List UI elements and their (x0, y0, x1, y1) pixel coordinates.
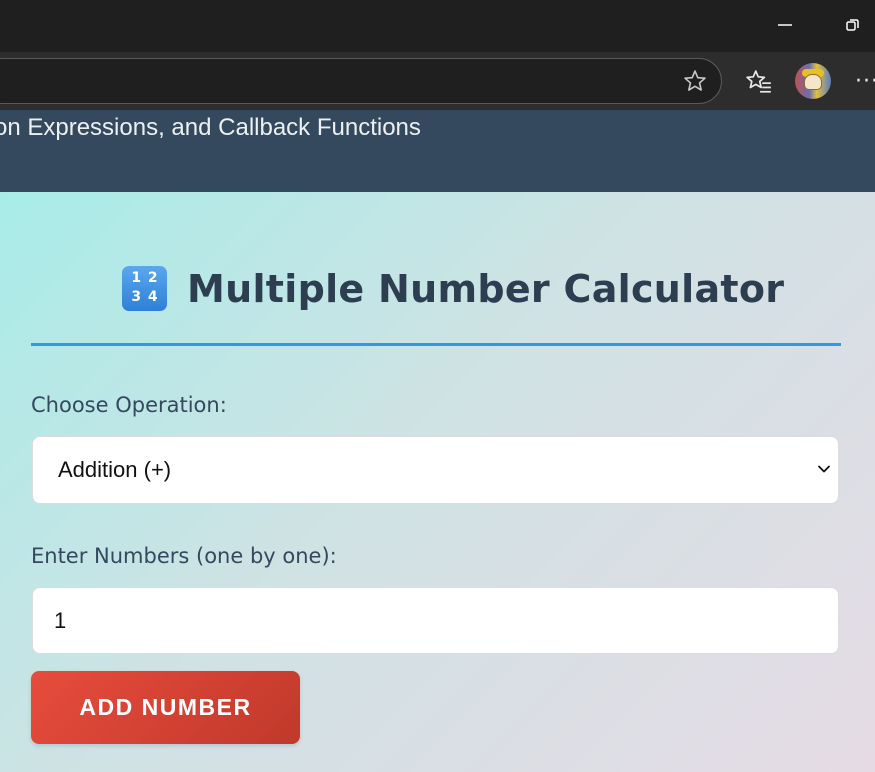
minimize-icon (778, 24, 792, 26)
star-icon (684, 70, 706, 91)
add-number-button[interactable]: ADD NUMBER (31, 671, 300, 744)
browser-toolbar: ··· (0, 52, 875, 110)
profile-avatar[interactable] (795, 63, 831, 99)
restore-button[interactable] (836, 10, 870, 40)
numbers-emoji-icon: 1 2 3 4 (122, 266, 167, 311)
chevron-down-icon (818, 465, 830, 473)
number-input[interactable] (32, 587, 839, 654)
favorites-button[interactable] (742, 65, 776, 97)
more-icon: ··· (855, 68, 875, 94)
more-options-button[interactable]: ··· (852, 65, 875, 97)
calculator-panel: 1 2 3 4 Multiple Number Calculator Choos… (0, 192, 875, 772)
operation-label: Choose Operation: (31, 393, 227, 417)
operation-select[interactable]: Addition (+) (32, 436, 839, 504)
restore-icon (846, 19, 859, 31)
title-divider (31, 343, 841, 346)
browser-title-bar (0, 0, 875, 52)
address-bar[interactable] (0, 58, 722, 104)
page-header: on Expressions, and Callback Functions (0, 110, 875, 192)
numbers-label: Enter Numbers (one by one): (31, 544, 337, 568)
page-title: Multiple Number Calculator (187, 266, 785, 311)
calculator-heading: 1 2 3 4 Multiple Number Calculator (122, 266, 784, 311)
favorites-icon (746, 70, 771, 93)
operation-selected-value: Addition (+) (58, 457, 172, 482)
header-subtitle: on Expressions, and Callback Functions (0, 114, 421, 141)
minimize-button[interactable] (768, 10, 802, 40)
avatar-face-shape (804, 74, 822, 90)
add-favorite-button[interactable] (678, 65, 712, 97)
